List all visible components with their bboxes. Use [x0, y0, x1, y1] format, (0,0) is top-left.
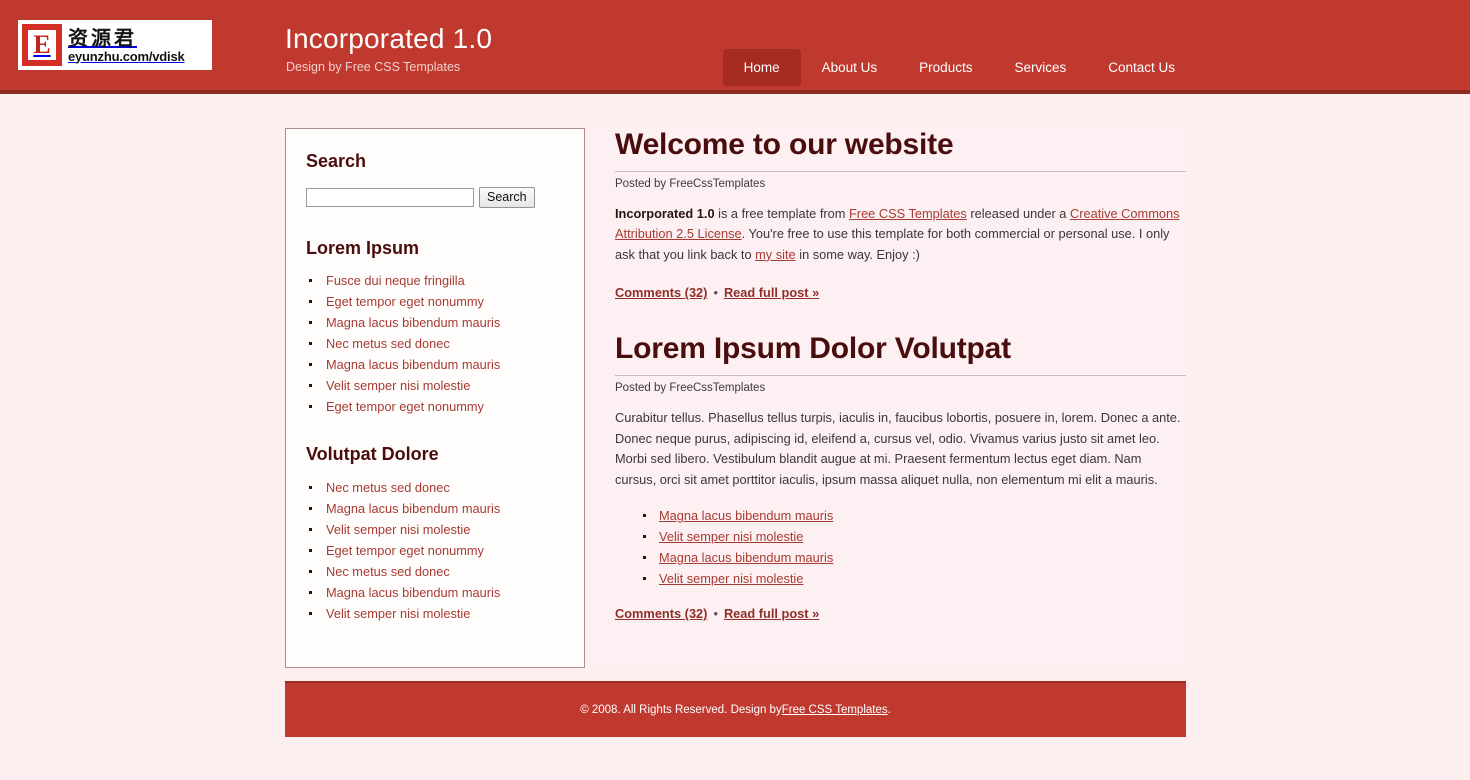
- sidebar-link[interactable]: Eget tempor eget nonummy: [326, 294, 484, 309]
- footer-text-after: .: [887, 704, 891, 716]
- sidebar-heading-volutpat-dolore: Volutpat Dolore: [306, 444, 439, 465]
- logo-chinese-text: 资源君: [68, 25, 137, 50]
- sidebar-link[interactable]: Fusce dui neque fringilla: [326, 273, 465, 288]
- post-title: Welcome to our website: [615, 128, 954, 161]
- sidebar-link[interactable]: Magna lacus bibendum mauris: [326, 501, 500, 516]
- link-my-site[interactable]: my site: [755, 247, 796, 262]
- post-footer-links: Comments (32) • Read full post »: [615, 285, 1186, 300]
- list-item: Velit semper nisi molestie: [306, 522, 564, 537]
- post-body: Incorporated 1.0 is a free template from…: [615, 204, 1186, 266]
- sidebar-link[interactable]: Magna lacus bibendum mauris: [326, 315, 500, 330]
- list-item: Magna lacus bibendum mauris: [641, 508, 1186, 523]
- post-body: Curabitur tellus. Phasellus tellus turpi…: [615, 409, 1181, 487]
- post-footer-links: Comments (32) • Read full post »: [615, 606, 1186, 621]
- sidebar-link[interactable]: Velit semper nisi molestie: [326, 522, 470, 537]
- list-item: Magna lacus bibendum mauris: [641, 550, 1186, 565]
- sidebar-link[interactable]: Magna lacus bibendum mauris: [326, 357, 500, 372]
- list-item: Fusce dui neque fringilla: [306, 273, 564, 288]
- post-meta: Posted by FreeCssTemplates: [615, 374, 1186, 394]
- content-wrapper: Search Search Lorem Ipsum Fusce dui nequ…: [285, 128, 1186, 737]
- sidebar-link[interactable]: Nec metus sed donec: [326, 564, 450, 579]
- post-body-strong: Incorporated 1.0: [615, 205, 715, 221]
- post-body-text: in some way. Enjoy :): [795, 246, 920, 262]
- post-list-link[interactable]: Velit semper nisi molestie: [659, 529, 803, 544]
- post-title: Lorem Ipsum Dolor Volutpat: [615, 332, 1011, 366]
- sidebar-list-volutpat-dolore: Nec metus sed donec Magna lacus bibendum…: [306, 480, 564, 621]
- footer-copyright-text: © 2008. All Rights Reserved. Design by: [580, 704, 782, 716]
- nav-item-home[interactable]: Home: [722, 49, 801, 86]
- read-full-post-link[interactable]: Read full post »: [724, 285, 819, 300]
- list-item: Nec metus sed donec: [306, 564, 564, 579]
- read-full-post-link[interactable]: Read full post »: [724, 606, 819, 621]
- sidebar-link[interactable]: Eget tempor eget nonummy: [326, 399, 484, 414]
- main-content: Welcome to our website Posted by FreeCss…: [585, 128, 1186, 668]
- sidebar-link[interactable]: Velit semper nisi molestie: [326, 606, 470, 621]
- nav-item-services[interactable]: Services: [993, 49, 1087, 86]
- link-free-css-templates[interactable]: Free CSS Templates: [849, 206, 967, 221]
- comments-link[interactable]: Comments (32): [615, 285, 707, 300]
- post-meta: Posted by FreeCssTemplates: [615, 170, 1186, 190]
- list-item: Nec metus sed donec: [306, 480, 564, 495]
- search-button[interactable]: Search: [479, 186, 535, 208]
- sidebar-heading-search: Search: [306, 151, 367, 171]
- post-welcome: Welcome to our website Posted by FreeCss…: [615, 128, 1186, 300]
- sidebar-link[interactable]: Nec metus sed donec: [326, 336, 450, 351]
- site-tagline: Design by Free CSS Templates: [286, 59, 461, 74]
- logo-url-text: eyunzhu.com/vdisk: [68, 48, 185, 64]
- list-item: Eget tempor eget nonummy: [306, 294, 564, 309]
- logo-text: 资源君 eyunzhu.com/vdisk: [68, 28, 185, 63]
- post-body-text: is a free template from: [714, 205, 849, 221]
- list-item: Eget tempor eget nonummy: [306, 543, 564, 558]
- content-row: Search Search Lorem Ipsum Fusce dui nequ…: [285, 128, 1186, 668]
- logo-mark-icon: E: [22, 24, 62, 66]
- site-header: E 资源君 eyunzhu.com/vdisk Incorporated 1.0…: [0, 0, 1470, 94]
- sidebar: Search Search Lorem Ipsum Fusce dui nequ…: [285, 128, 585, 668]
- logo-letter: E: [28, 30, 56, 60]
- site-logo[interactable]: E 资源君 eyunzhu.com/vdisk: [18, 20, 212, 70]
- post-link-list: Magna lacus bibendum mauris Velit semper…: [615, 508, 1186, 586]
- nav-item-products[interactable]: Products: [898, 49, 993, 86]
- list-item: Velit semper nisi molestie: [306, 378, 564, 393]
- sidebar-link[interactable]: Eget tempor eget nonummy: [326, 543, 484, 558]
- site-footer: © 2008. All Rights Reserved. Design by F…: [285, 681, 1186, 737]
- sidebar-list-lorem-ipsum: Fusce dui neque fringilla Eget tempor eg…: [306, 273, 564, 414]
- nav-item-about-us[interactable]: About Us: [801, 49, 899, 86]
- footer-link-free-css-templates[interactable]: Free CSS Templates: [782, 704, 888, 716]
- list-item: Magna lacus bibendum mauris: [306, 501, 564, 516]
- list-item: Velit semper nisi molestie: [641, 571, 1186, 586]
- list-item: Velit semper nisi molestie: [641, 529, 1186, 544]
- list-item: Magna lacus bibendum mauris: [306, 357, 564, 372]
- list-item: Velit semper nisi molestie: [306, 606, 564, 621]
- comments-link[interactable]: Comments (32): [615, 606, 707, 621]
- sidebar-heading-lorem-ipsum: Lorem Ipsum: [306, 237, 420, 258]
- link-separator: •: [713, 285, 718, 301]
- post-list-link[interactable]: Magna lacus bibendum mauris: [659, 550, 833, 565]
- search-input[interactable]: [306, 187, 474, 207]
- search-form: Search: [306, 186, 564, 208]
- list-item: Magna lacus bibendum mauris: [306, 315, 564, 330]
- sidebar-link[interactable]: Magna lacus bibendum mauris: [326, 585, 500, 600]
- link-separator: •: [713, 606, 718, 622]
- brand-block: Incorporated 1.0 Design by Free CSS Temp…: [285, 23, 493, 74]
- list-item: Eget tempor eget nonummy: [306, 399, 564, 414]
- list-item: Nec metus sed donec: [306, 336, 564, 351]
- main-navigation: Home About Us Products Services Contact …: [722, 49, 1196, 86]
- sidebar-link[interactable]: Velit semper nisi molestie: [326, 378, 470, 393]
- post-body-text: released under a: [966, 205, 1070, 221]
- sidebar-link[interactable]: Nec metus sed donec: [326, 480, 450, 495]
- post-lorem-ipsum-dolor-volutpat: Lorem Ipsum Dolor Volutpat Posted by Fre…: [615, 332, 1186, 621]
- site-title: Incorporated 1.0: [285, 23, 493, 54]
- nav-item-contact-us[interactable]: Contact Us: [1087, 49, 1196, 86]
- post-list-link[interactable]: Magna lacus bibendum mauris: [659, 508, 833, 523]
- post-list-link[interactable]: Velit semper nisi molestie: [659, 571, 803, 586]
- list-item: Magna lacus bibendum mauris: [306, 585, 564, 600]
